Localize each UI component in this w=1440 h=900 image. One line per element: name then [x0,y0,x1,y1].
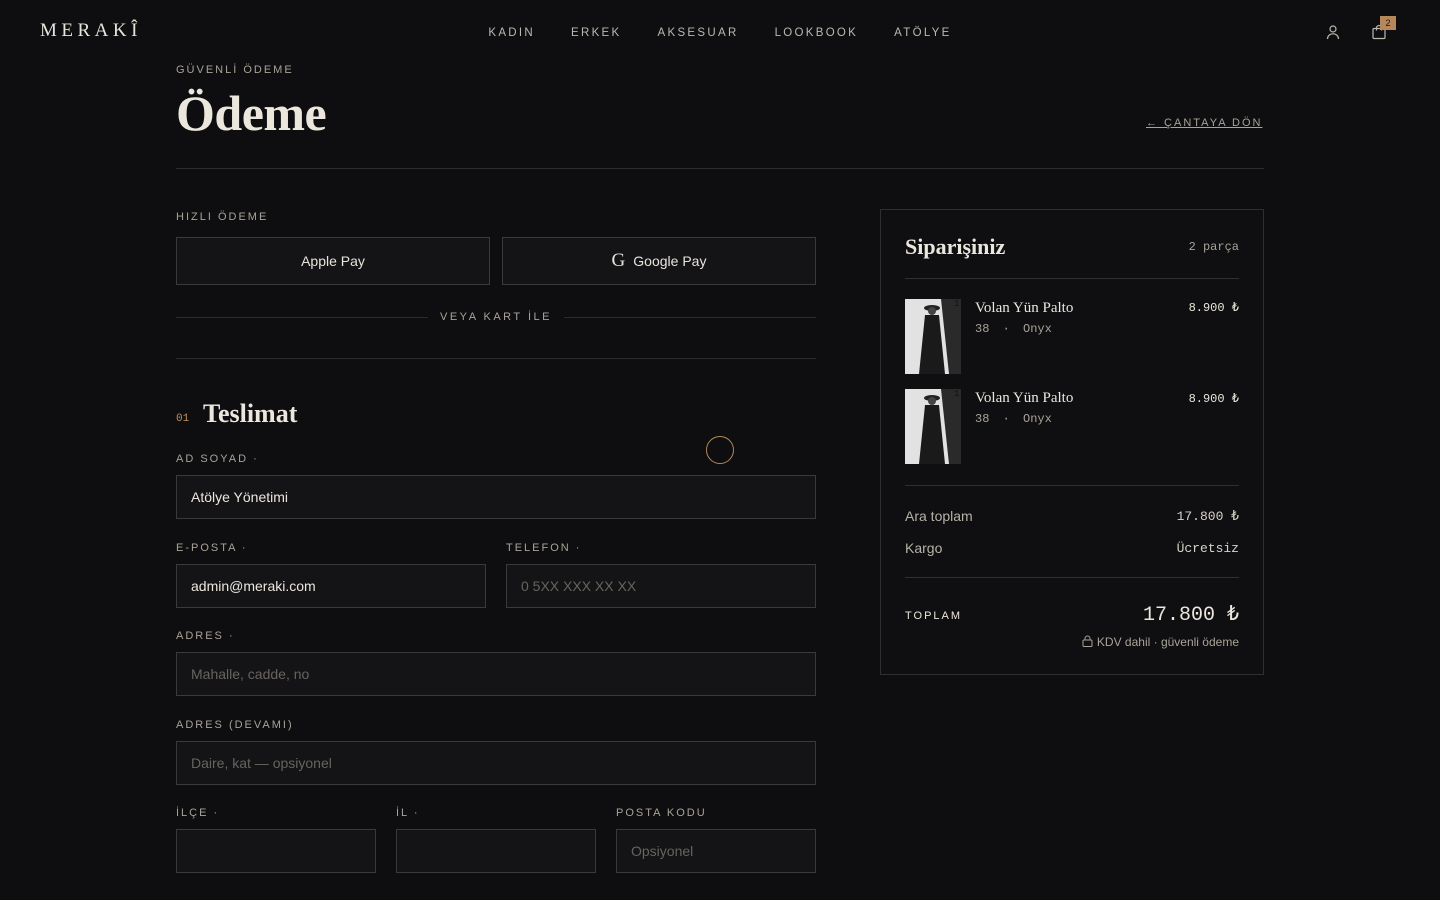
product-thumbnail[interactable] [905,389,961,464]
google-pay-label: Google Pay [633,253,707,269]
item-meta: 38 · Onyx [975,322,1052,336]
address2-label: ADRES (DEVAMI) [176,719,294,731]
item-meta-separator: · [1002,412,1010,426]
item-color: Onyx [1023,322,1052,336]
vat-note: KDV dahil · güvenli ödeme [1040,635,1239,650]
item-price: 8.900 ₺ [1188,392,1239,406]
address2-input[interactable] [176,741,816,785]
top-bar: MERAKÎ KADIN ERKEK AKSESUAR LOOKBOOK ATÖ… [0,0,1440,64]
vat-note-text: KDV dahil · güvenli ödeme [1096,635,1239,649]
subtotal-label: Ara toplam [905,508,973,524]
subtotal-value: 17.800 ₺ [1176,509,1239,524]
city-input[interactable] [396,829,596,873]
item-meta: 38 · Onyx [975,412,1052,426]
total-value: 17.800 ₺ [1142,604,1239,627]
item-meta-separator: · [1002,322,1010,336]
google-pay-button[interactable]: G Google Pay [502,237,816,285]
phone-input[interactable] [506,564,816,608]
custom-cursor [706,436,734,464]
postal-code-input[interactable] [616,829,816,873]
item-name[interactable]: Volan Yün Palto [975,300,1073,317]
page-title: Ödeme [176,85,327,141]
apple-pay-button[interactable]: Apple Pay [176,237,490,285]
back-to-bag-link[interactable]: ← ÇANTAYA DÖN [1146,117,1262,129]
page-eyebrow: GÜVENLİ ÖDEME [176,64,294,76]
full-name-input[interactable] [176,475,816,519]
summary-title: Siparişiniz [905,234,1006,259]
section-number: 01 [176,413,190,425]
divider [905,278,1239,279]
item-size: 38 [975,412,990,426]
district-label: İLÇE · [176,807,220,819]
city-label: İL · [396,807,420,819]
email-input[interactable] [176,564,486,608]
district-input[interactable] [176,829,376,873]
express-pay-label: HIZLI ÖDEME [176,211,269,223]
item-size: 38 [975,322,990,336]
postal-label: POSTA KODU [616,807,707,819]
nav-item-lookbook[interactable]: LOOKBOOK [775,27,859,39]
item-quantity: 1 [954,299,960,309]
or-card-divider-label: VEYA KART İLE [440,311,552,323]
summary-item-count: 2 parça [1188,240,1239,254]
address-input[interactable] [176,652,816,696]
nav-item-kadin[interactable]: KADIN [488,27,535,39]
email-label: E-POSTA · [176,542,248,554]
item-color: Onyx [1023,412,1052,426]
main-nav: KADIN ERKEK AKSESUAR LOOKBOOK ATÖLYE [0,27,1440,39]
apple-pay-label: Apple Pay [301,253,365,269]
item-name[interactable]: Volan Yün Palto [975,390,1073,407]
item-quantity: 1 [954,389,960,399]
lock-icon [1082,635,1093,650]
nav-item-atolye[interactable]: ATÖLYE [894,27,951,39]
divider [176,168,1264,169]
google-icon: G [611,250,626,271]
nav-item-aksesuar[interactable]: AKSESUAR [658,27,739,39]
product-thumbnail[interactable] [905,299,961,374]
phone-label: TELEFON · [506,542,582,554]
section-title-delivery: Teslimat [203,399,298,428]
nav-item-erkek[interactable]: ERKEK [571,27,622,39]
address-label: ADRES · [176,630,235,642]
shipping-label: Kargo [905,540,943,556]
name-label: AD SOYAD · [176,453,259,465]
total-label: TOPLAM [905,610,963,622]
item-price: 8.900 ₺ [1188,301,1239,315]
divider [176,358,816,359]
divider [905,577,1239,578]
shipping-value: Ücretsiz [1176,541,1239,556]
divider [905,485,1239,486]
user-icon[interactable] [1320,19,1346,45]
cart-count-badge: 2 [1380,16,1396,30]
